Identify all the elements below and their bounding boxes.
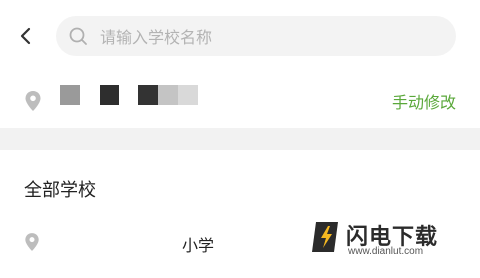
current-location-row: 手动修改 xyxy=(0,72,480,128)
school-name: 小学 xyxy=(182,236,215,255)
back-button[interactable] xyxy=(14,24,38,48)
location-pin-icon xyxy=(25,91,41,111)
section-title: 全部学校 xyxy=(24,180,96,201)
watermark: 闪电下载 www.dianlut.com xyxy=(312,218,462,258)
section-divider xyxy=(0,128,480,150)
search-box[interactable] xyxy=(56,16,456,58)
search-icon xyxy=(69,27,87,45)
location-pin-icon xyxy=(25,233,39,251)
manual-edit-button[interactable]: 手动修改 xyxy=(392,89,456,113)
redacted-location-mosaic xyxy=(60,85,200,115)
watermark-url: www.dianlut.com xyxy=(348,246,424,257)
search-input[interactable] xyxy=(98,16,442,58)
chevron-left-icon xyxy=(20,27,31,45)
lightning-logo-icon xyxy=(312,222,338,252)
top-bar xyxy=(0,0,480,72)
